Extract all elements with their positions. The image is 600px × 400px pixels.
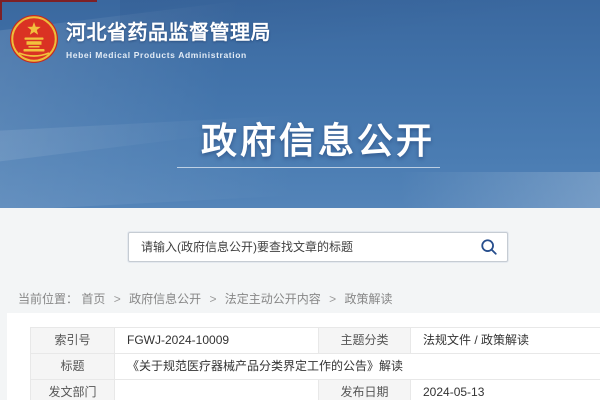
field-label-department: 发文部门 [31,380,115,400]
corner-strip-decoration [0,0,97,2]
breadcrumb-link-info-disclosure[interactable]: 政府信息公开 [129,292,201,306]
main-content: 当前位置： 首页 > 政府信息公开 > 法定主动公开内容 > 政策解读 索引号 … [0,208,600,400]
field-value-index: FGWJ-2024-10009 [115,328,319,354]
field-value-publish-date: 2024-05-13 [411,380,600,400]
banner-title: 政府信息公开 [18,112,600,164]
banner-wave-decoration [310,172,600,208]
breadcrumb: 当前位置： 首页 > 政府信息公开 > 法定主动公开内容 > 政策解读 [18,290,393,307]
national-emblem-logo [9,14,59,64]
site-header: 河北省药品监督管理局 Hebei Medical Products Admini… [0,0,600,208]
document-info-table: 索引号 FGWJ-2024-10009 主题分类 法规文件 / 政策解读 标题 … [30,327,600,400]
field-label-title: 标题 [31,354,115,380]
page: 河北省药品监督管理局 Hebei Medical Products Admini… [0,0,600,400]
field-value-category: 法规文件 / 政策解读 [411,328,600,354]
site-brand[interactable]: 河北省药品监督管理局 Hebei Medical Products Admini… [9,14,271,64]
search-button[interactable] [477,233,507,261]
search-input[interactable] [129,233,477,261]
banner-underline-decoration [177,167,440,168]
brand-text: 河北省药品监督管理局 Hebei Medical Products Admini… [66,14,271,60]
breadcrumb-separator: > [209,292,216,306]
search-box [128,232,508,262]
agency-name-english: Hebei Medical Products Administration [66,50,271,60]
field-value-title: 《关于规范医疗器械产品分类界定工作的公告》解读 [115,354,600,380]
field-label-category: 主题分类 [319,328,411,354]
breadcrumb-link-statutory-disclosure[interactable]: 法定主动公开内容 [225,292,321,306]
agency-name: 河北省药品监督管理局 [66,16,271,45]
search-icon [480,238,498,256]
content-panel: 索引号 FGWJ-2024-10009 主题分类 法规文件 / 政策解读 标题 … [7,313,600,400]
field-label-index: 索引号 [31,328,115,354]
field-value-department [115,380,319,400]
breadcrumb-separator: > [329,292,336,306]
breadcrumb-link-home[interactable]: 首页 [81,292,105,306]
breadcrumb-prefix: 当前位置： [18,292,78,306]
breadcrumb-separator: > [114,292,121,306]
corner-strip-decoration [0,0,2,20]
breadcrumb-link-policy-interpretation[interactable]: 政策解读 [345,292,393,306]
field-label-publish-date: 发布日期 [319,380,411,400]
